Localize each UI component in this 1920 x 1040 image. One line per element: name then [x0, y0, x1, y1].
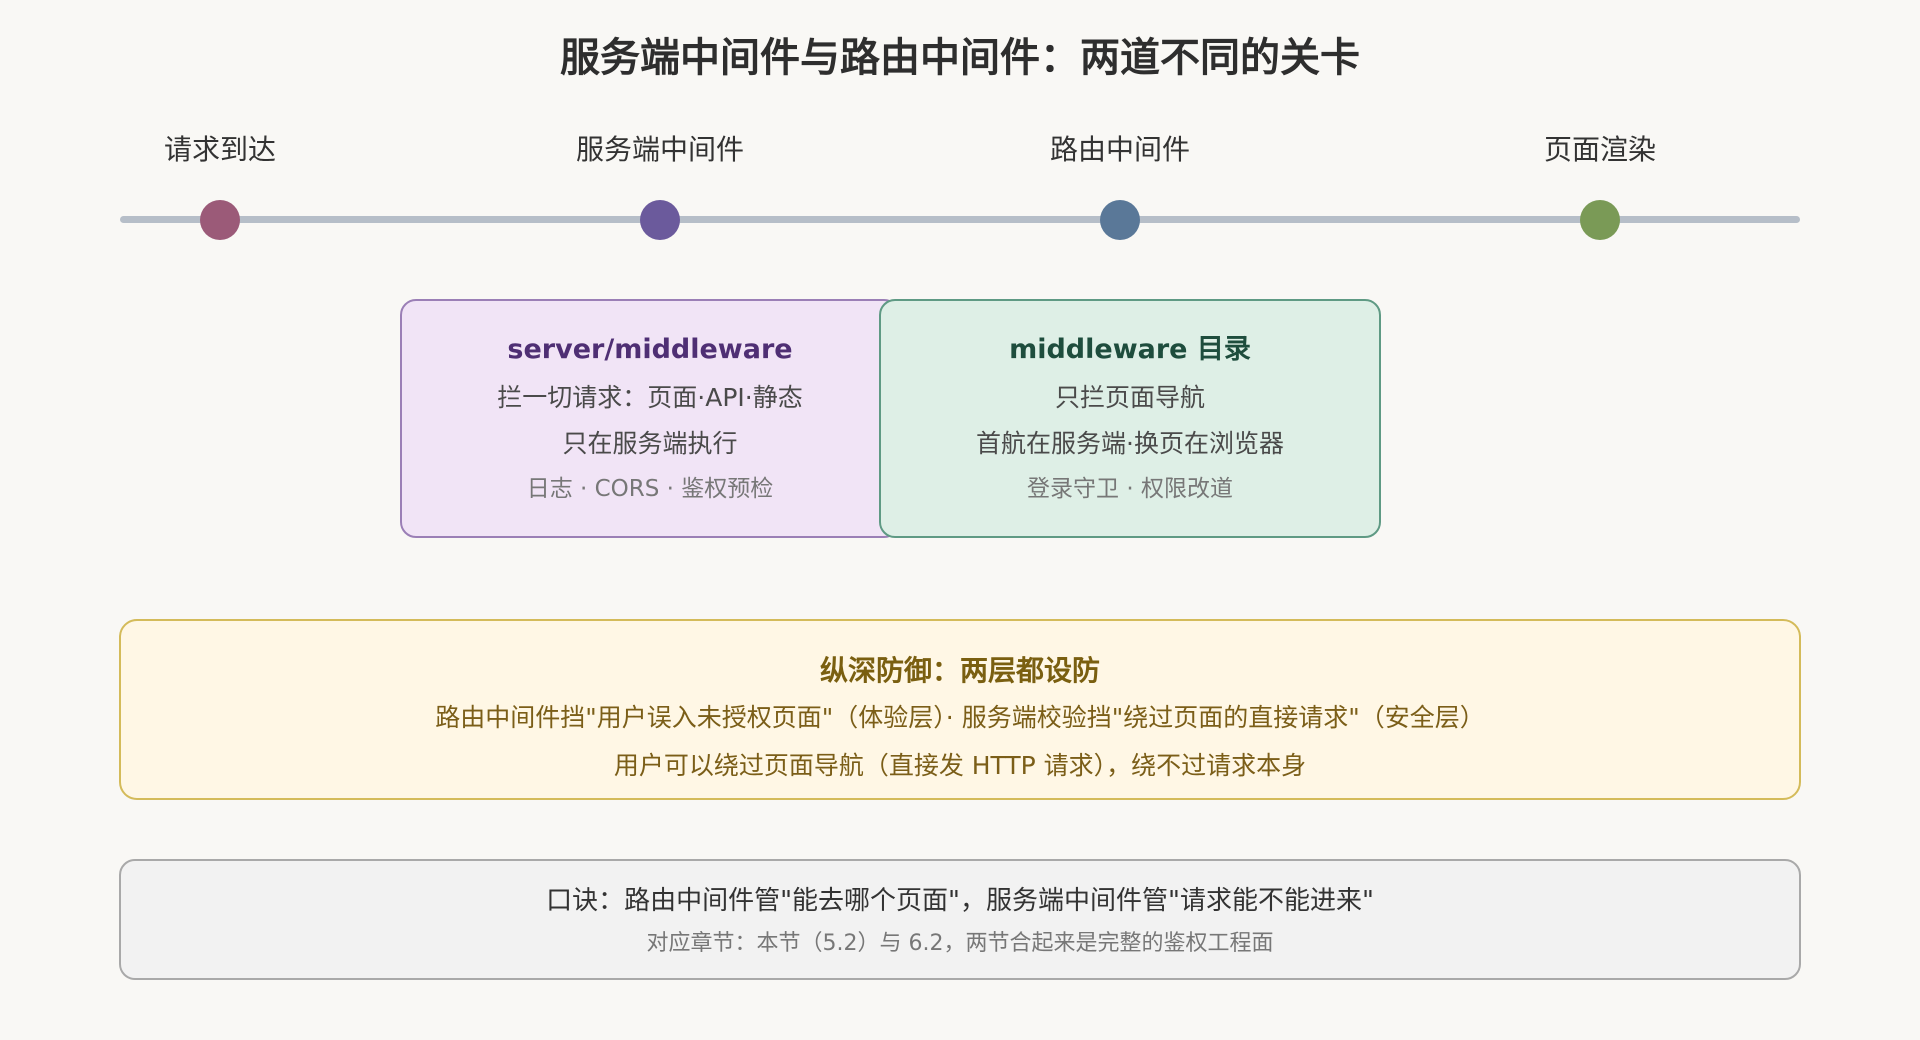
server-box-title: server/middleware — [507, 334, 793, 365]
defense-line: 用户可以绕过页面导航（直接发 HTTP 请求），绕不过请求本身 — [613, 751, 1307, 780]
chapter-reference: 对应章节：本节（5.2）与 6.2，两节合起来是完整的鉴权工程面 — [646, 931, 1274, 956]
route-box-title: middleware 目录 — [1009, 334, 1251, 365]
stage-page-render: 页面渲染 — [1450, 130, 1750, 242]
server-box-line: 只在服务端执行 — [562, 429, 738, 458]
stage-label: 页面渲染 — [1543, 133, 1656, 166]
route-box-line: 只拦页面导航 — [1054, 383, 1205, 412]
stage-dot — [1580, 200, 1620, 240]
stage-route-middleware: 路由中间件 — [970, 130, 1270, 242]
stage-label: 请求到达 — [163, 133, 276, 166]
server-box-note: 日志 · CORS · 鉴权预检 — [526, 476, 774, 502]
diagram-canvas: 服务端中间件与路由中间件：两道不同的关卡 请求到达 服务端中间件 路由中间件 页… — [0, 0, 1920, 1040]
route-box-line: 首航在服务端·换页在浏览器 — [976, 429, 1284, 458]
defense-line: 路由中间件挡"用户误入未授权页面"（体验层）· 服务端校验挡"绕过页面的直接请求… — [435, 703, 1485, 732]
stage-server-middleware: 服务端中间件 — [510, 130, 810, 242]
stage-dot — [640, 200, 680, 240]
server-box-line: 拦一切请求：页面·API·静态 — [497, 383, 803, 412]
diagram-title: 服务端中间件与路由中间件：两道不同的关卡 — [560, 35, 1360, 81]
stage-label: 路由中间件 — [1049, 133, 1190, 166]
mnemonic-panel: 口诀：路由中间件管"能去哪个页面"，服务端中间件管"请求能不能进来" 对应章节：… — [119, 859, 1801, 980]
route-box-note: 登录守卫 · 权限改道 — [1027, 476, 1233, 502]
stage-label: 服务端中间件 — [575, 133, 744, 166]
stage-request-arrival: 请求到达 — [70, 130, 370, 242]
mnemonic-text: 口诀：路由中间件管"能去哪个页面"，服务端中间件管"请求能不能进来" — [546, 886, 1374, 916]
stage-dot — [1100, 200, 1140, 240]
defense-in-depth-panel: 纵深防御：两层都设防 路由中间件挡"用户误入未授权页面"（体验层）· 服务端校验… — [119, 619, 1801, 800]
defense-title: 纵深防御：两层都设防 — [819, 654, 1100, 687]
stage-dot — [200, 200, 240, 240]
server-middleware-box: server/middleware 拦一切请求：页面·API·静态 只在服务端执… — [400, 299, 900, 538]
route-middleware-box: middleware 目录 只拦页面导航 首航在服务端·换页在浏览器 登录守卫 … — [879, 299, 1381, 538]
